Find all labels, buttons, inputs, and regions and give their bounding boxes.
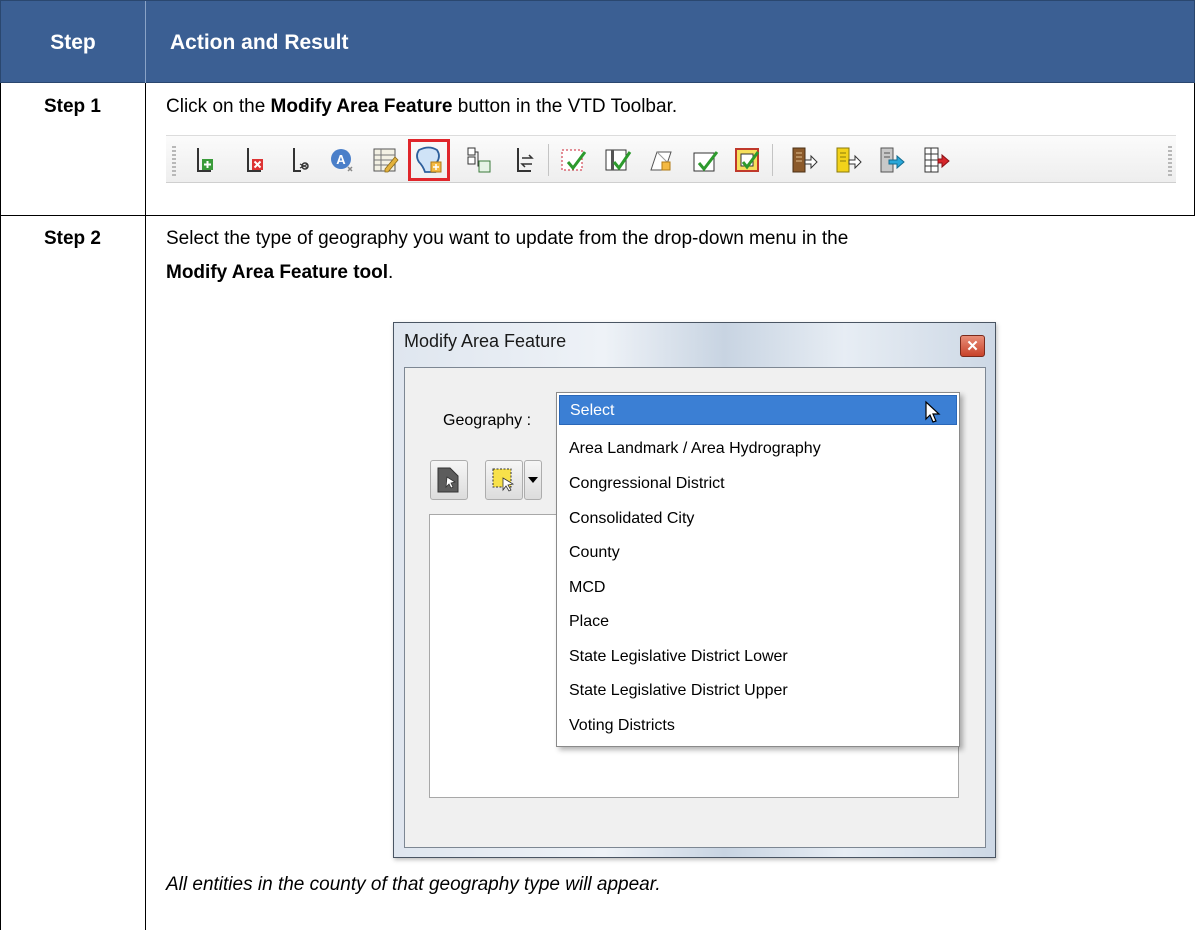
dropdown-option[interactable]: State Legislative District Upper — [559, 676, 957, 706]
geography-dropdown[interactable]: Select Area Landmark / Area Hydrography … — [556, 392, 960, 747]
export-red-icon[interactable] — [920, 143, 952, 177]
dropdown-option[interactable]: Voting Districts — [559, 711, 957, 741]
merge-icon[interactable] — [463, 143, 495, 177]
export-blue-icon[interactable] — [876, 143, 908, 177]
validate-check-icon[interactable] — [690, 143, 722, 177]
dropdown-option[interactable]: State Legislative District Lower — [559, 642, 957, 672]
header-action-result: Action and Result — [170, 30, 349, 54]
toolbar-separator — [772, 144, 773, 176]
select-polygon-button[interactable] — [430, 460, 468, 500]
split-line-icon[interactable] — [284, 143, 316, 177]
add-line-icon[interactable] — [188, 143, 220, 177]
dropdown-option[interactable]: Area Landmark / Area Hydrography — [559, 434, 957, 464]
toolbar-grip[interactable] — [172, 146, 176, 176]
dropdown-option[interactable]: Consolidated City — [559, 504, 957, 534]
chevron-down-icon[interactable] — [524, 460, 542, 500]
step-2-note: All entities in the county of that geogr… — [166, 874, 661, 895]
svg-text:A: A — [336, 152, 346, 167]
dialog-title: Modify Area Feature — [404, 331, 567, 351]
dropdown-option[interactable]: MCD — [559, 573, 957, 603]
table-border-left — [0, 83, 1, 930]
header-step: Step — [1, 1, 146, 84]
cursor-icon — [925, 400, 941, 423]
procedure-table: Step Action and Result Step 1 Click on t… — [0, 0, 1195, 930]
table-header-row: Step Action and Result — [0, 0, 1195, 84]
export-brown-icon[interactable] — [788, 143, 820, 177]
toolbar-separator — [548, 144, 549, 176]
column-divider — [145, 83, 146, 930]
dropdown-option[interactable]: Place — [559, 607, 957, 637]
dropdown-option[interactable]: Congressional District — [559, 469, 957, 499]
delete-line-icon[interactable] — [238, 143, 270, 177]
edit-check-icon[interactable] — [602, 143, 634, 177]
review-check-icon[interactable] — [732, 143, 764, 177]
step-1-label: Step 1 — [43, 96, 102, 117]
shape-check-icon[interactable] — [646, 143, 678, 177]
label-icon[interactable]: A — [326, 143, 358, 177]
dropdown-option-selected[interactable]: Select — [559, 395, 957, 425]
select-area-button[interactable] — [485, 460, 523, 500]
step-2-label: Step 2 — [43, 228, 102, 249]
select-check-icon[interactable] — [558, 143, 590, 177]
attribute-table-icon[interactable] — [369, 143, 401, 177]
flip-line-icon[interactable] — [508, 143, 540, 177]
close-icon[interactable]: ✕ — [960, 335, 985, 357]
export-yellow-icon[interactable] — [832, 143, 864, 177]
geography-label: Geography : — [443, 412, 532, 429]
modify-area-feature-icon[interactable] — [408, 139, 450, 181]
step-1-text: Click on the Modify Area Feature button … — [166, 96, 678, 117]
row-divider — [0, 215, 1195, 216]
dropdown-option[interactable]: County — [559, 538, 957, 568]
step-2-line-1: Select the type of geography you want to… — [166, 228, 849, 249]
toolbar-grip-end[interactable] — [1168, 146, 1172, 176]
vtd-toolbar: A — [166, 135, 1176, 183]
step-2-line-2: Modify Area Feature tool. — [166, 262, 394, 283]
